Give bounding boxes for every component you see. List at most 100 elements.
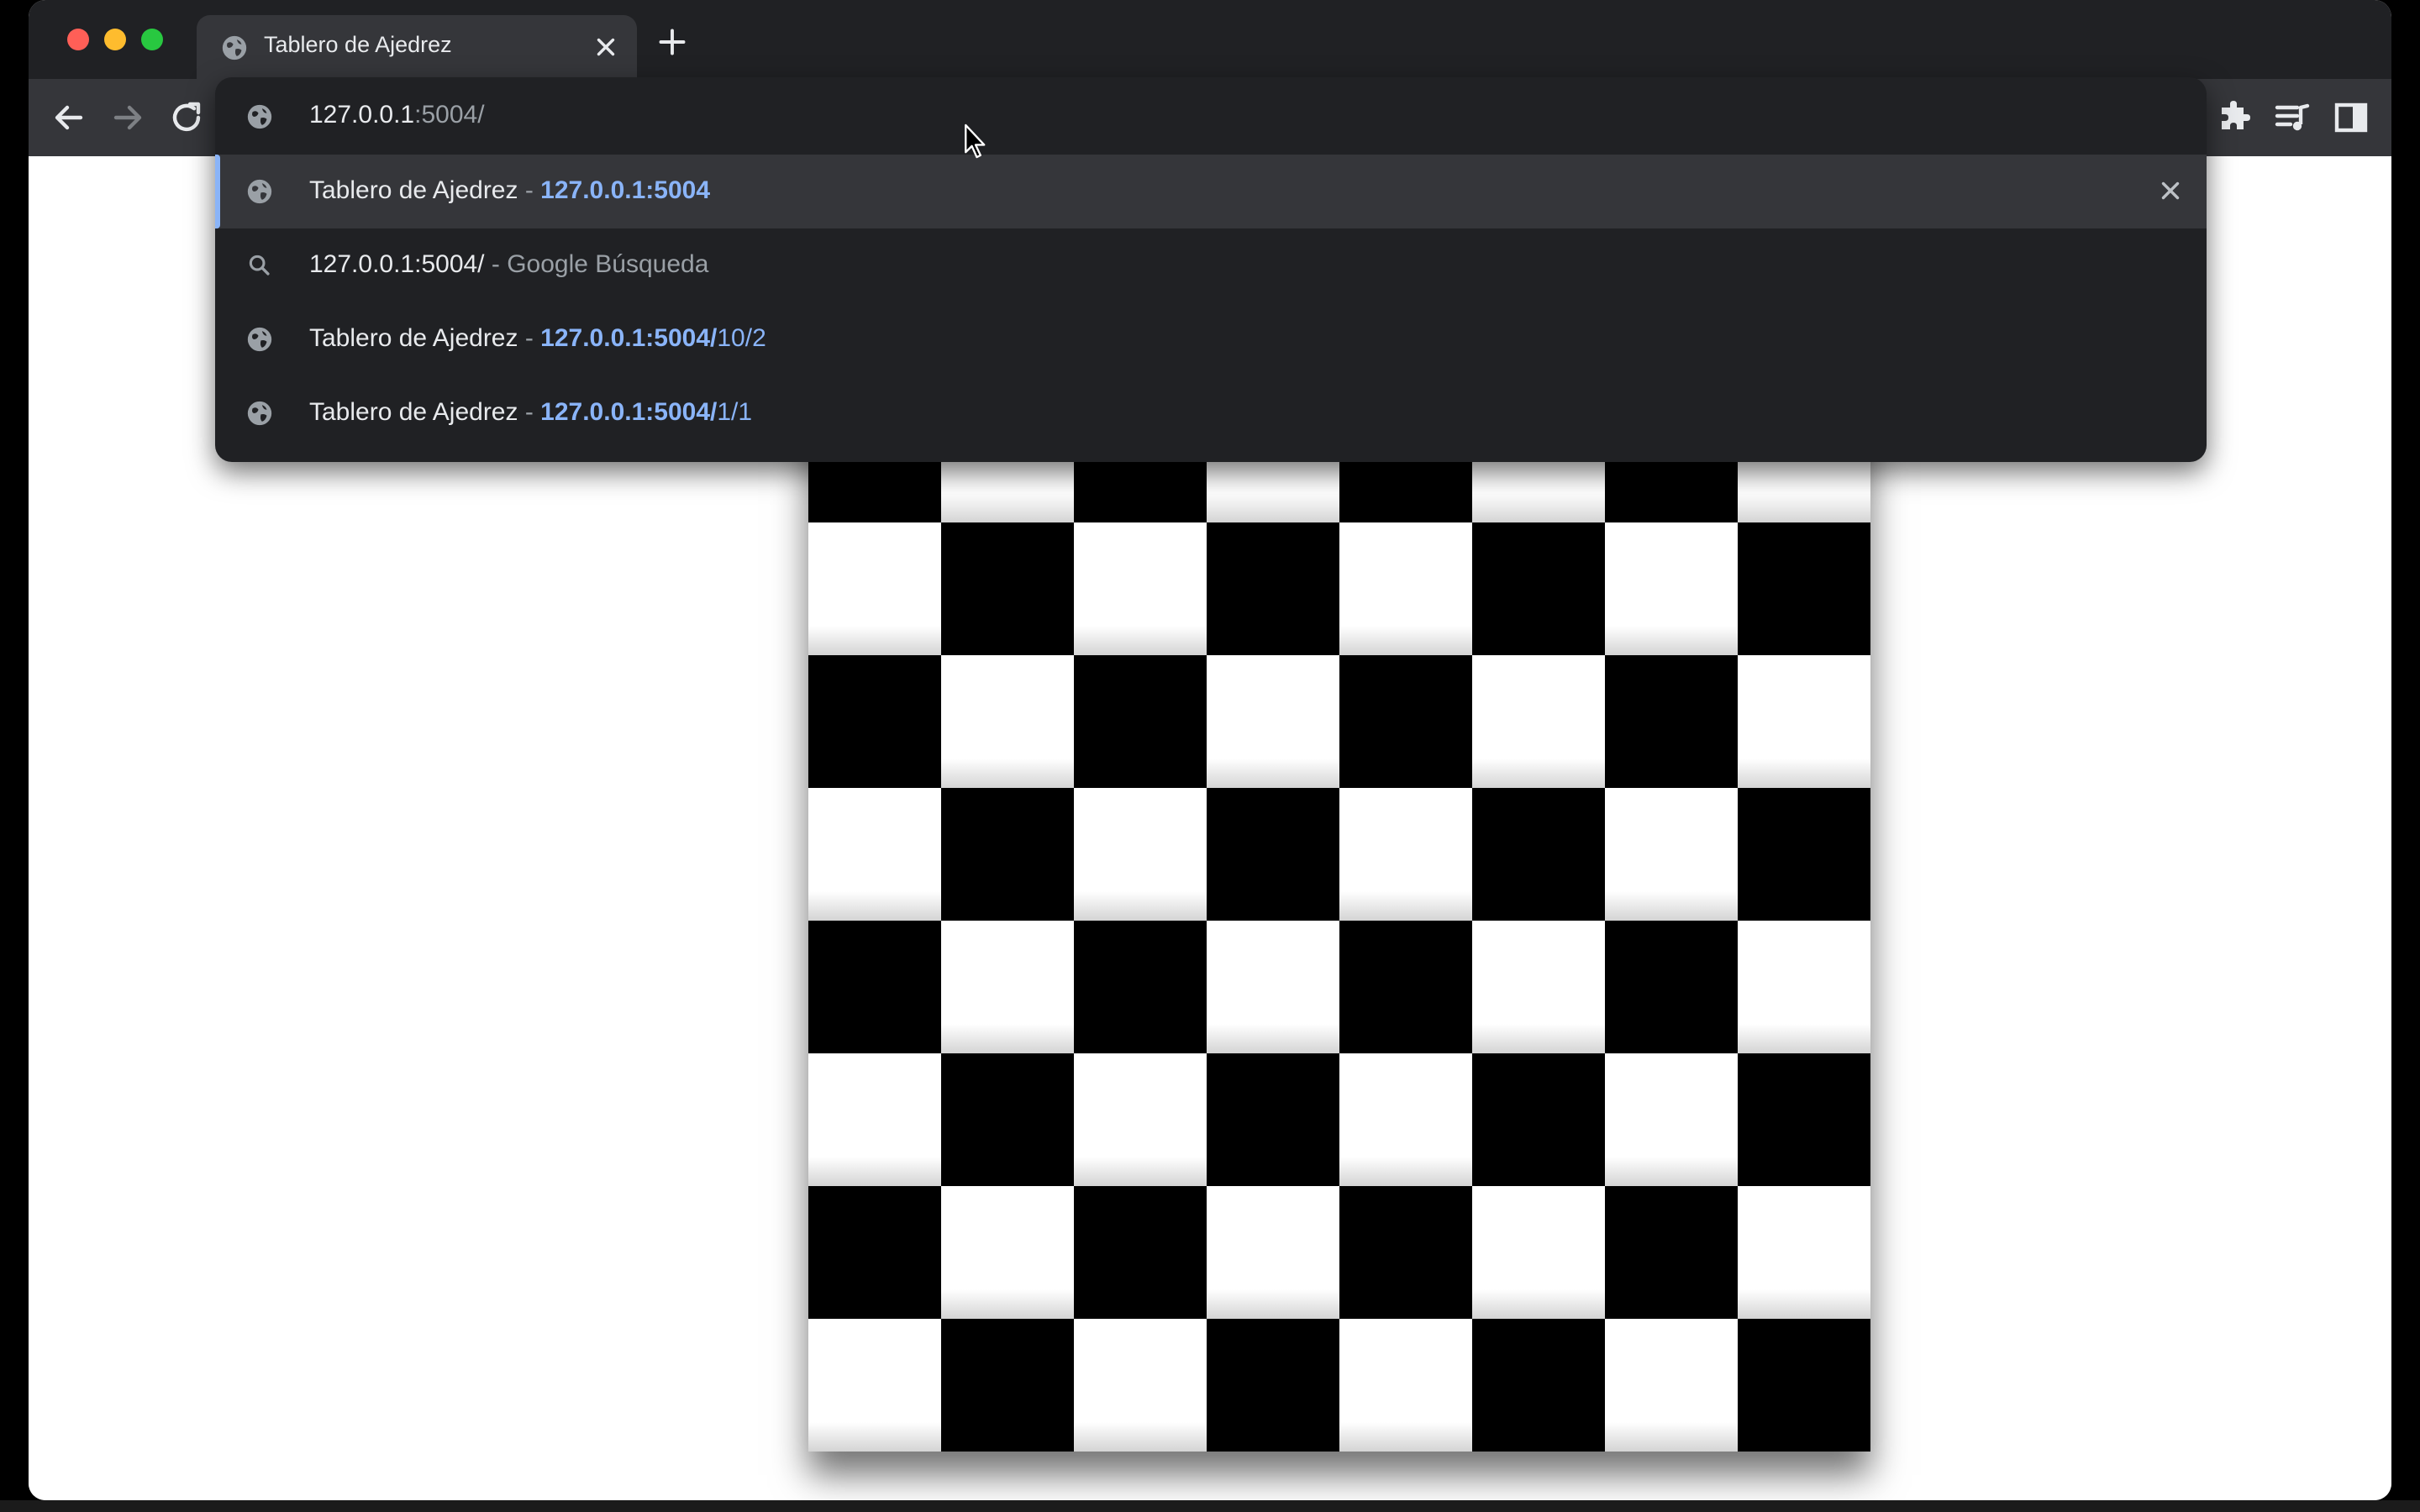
suggestion-url-rest: 10/2	[717, 324, 766, 352]
board-square-dark	[1207, 788, 1339, 921]
window-maximize-button[interactable]	[141, 29, 163, 50]
board-square-dark	[1207, 1319, 1339, 1452]
plus-icon[interactable]	[657, 27, 687, 57]
suggestion-url: 127.0.0.1:5004	[540, 176, 711, 204]
board-square-dark	[941, 1319, 1074, 1452]
board-square-light	[941, 1186, 1074, 1319]
suggestion-url: 127.0.0.1:5004/	[540, 398, 718, 426]
back-arrow-icon[interactable]	[49, 97, 89, 138]
board-square-light	[808, 522, 941, 655]
forward-arrow-icon[interactable]	[108, 97, 148, 138]
board-square-light	[1074, 788, 1207, 921]
suggestion-url-rest: 1/1	[717, 398, 753, 426]
globe-icon	[247, 104, 272, 129]
suggestion-item[interactable]: 127.0.0.1:5004/ - Google Búsqueda	[215, 228, 2207, 302]
suggestion-separator: -	[484, 250, 508, 278]
chess-board	[808, 390, 1870, 1452]
board-square-dark	[1339, 1186, 1472, 1319]
board-square-dark	[941, 522, 1074, 655]
side-panel-icon[interactable]	[2331, 97, 2371, 138]
board-square-dark	[1738, 1319, 1870, 1452]
omnibox-dropdown: 127.0.0.1:5004/ Tablero de Ajedrez - 127…	[215, 77, 2207, 462]
board-square-dark	[1472, 1053, 1605, 1186]
suggestion-url: 127.0.0.1:5004/	[540, 324, 718, 352]
board-square-dark	[941, 788, 1074, 921]
globe-icon	[247, 401, 272, 426]
tab-title: Tablero de Ajedrez	[264, 32, 452, 57]
board-square-light	[1738, 1186, 1870, 1319]
board-square-dark	[1605, 921, 1738, 1053]
board-square-light	[1074, 1053, 1207, 1186]
suggestion-text: Tablero de Ajedrez - 127.0.0.1:5004/1/1	[309, 398, 752, 427]
window-close-button[interactable]	[67, 29, 89, 50]
reload-icon[interactable]	[166, 97, 207, 138]
suggestion-title: Tablero de Ajedrez	[309, 398, 518, 426]
board-square-light	[1339, 1053, 1472, 1186]
board-square-dark	[1738, 1053, 1870, 1186]
board-square-light	[1472, 655, 1605, 788]
board-square-dark	[1472, 1319, 1605, 1452]
tab-active[interactable]: Tablero de Ajedrez	[197, 15, 637, 79]
close-icon[interactable]	[2156, 176, 2185, 205]
board-square-light	[1339, 522, 1472, 655]
board-square-light	[1472, 1186, 1605, 1319]
board-square-dark	[1472, 522, 1605, 655]
board-square-dark	[1074, 655, 1207, 788]
media-queue-icon[interactable]	[2272, 97, 2312, 138]
board-square-light	[1074, 1319, 1207, 1452]
puzzle-icon[interactable]	[2215, 97, 2255, 138]
board-square-dark	[808, 655, 941, 788]
board-square-light	[941, 921, 1074, 1053]
tab-strip: Tablero de Ajedrez	[29, 0, 2391, 79]
board-square-light	[1339, 788, 1472, 921]
board-square-dark	[1738, 522, 1870, 655]
board-square-light	[1605, 522, 1738, 655]
globe-icon	[247, 179, 272, 204]
suggestion-separator: -	[518, 398, 541, 426]
board-square-light	[1074, 522, 1207, 655]
board-square-dark	[1472, 788, 1605, 921]
address-bar[interactable]: 127.0.0.1:5004/	[215, 77, 2207, 155]
board-square-light	[1738, 921, 1870, 1053]
globe-icon	[222, 35, 247, 60]
globe-icon	[247, 327, 272, 352]
suggestion-item[interactable]: Tablero de Ajedrez - 127.0.0.1:5004/1/1	[215, 376, 2207, 450]
board-square-dark	[941, 1053, 1074, 1186]
board-square-dark	[1605, 1186, 1738, 1319]
board-square-light	[1207, 921, 1339, 1053]
suggestion-title: Tablero de Ajedrez	[309, 176, 518, 204]
board-square-dark	[1207, 1053, 1339, 1186]
address-typed-text: 127.0.0.1	[309, 101, 415, 129]
mouse-cursor-icon	[965, 123, 986, 159]
suggestion-text: Tablero de Ajedrez - 127.0.0.1:5004/10/2	[309, 324, 766, 353]
suggestion-item[interactable]: Tablero de Ajedrez - 127.0.0.1:5004	[215, 155, 2207, 228]
board-square-light	[1472, 921, 1605, 1053]
address-autocomplete-text: :5004/	[414, 101, 485, 129]
board-square-light	[1605, 788, 1738, 921]
board-square-light	[1605, 1053, 1738, 1186]
board-square-light	[808, 1053, 941, 1186]
desktop-dock-strip	[0, 1500, 2420, 1512]
search-icon	[249, 255, 270, 276]
board-square-dark	[1605, 655, 1738, 788]
suggestion-title: Tablero de Ajedrez	[309, 324, 518, 352]
board-square-dark	[808, 1186, 941, 1319]
board-square-light	[1605, 1319, 1738, 1452]
board-square-light	[1738, 655, 1870, 788]
board-square-dark	[1339, 655, 1472, 788]
suggestion-separator: -	[518, 176, 541, 204]
window-minimize-button[interactable]	[104, 29, 126, 50]
board-square-light	[1339, 1319, 1472, 1452]
board-square-light	[941, 655, 1074, 788]
suggestion-item[interactable]: Tablero de Ajedrez - 127.0.0.1:5004/10/2	[215, 302, 2207, 376]
address-input[interactable]: 127.0.0.1:5004/	[309, 101, 485, 129]
board-square-light	[808, 1319, 941, 1452]
board-square-dark	[1207, 522, 1339, 655]
suggestion-description: Google Búsqueda	[507, 250, 709, 278]
board-square-light	[1207, 655, 1339, 788]
close-icon[interactable]	[592, 33, 620, 61]
suggestion-separator: -	[518, 324, 541, 352]
board-square-dark	[1074, 1186, 1207, 1319]
board-square-light	[808, 788, 941, 921]
board-square-dark	[808, 921, 941, 1053]
